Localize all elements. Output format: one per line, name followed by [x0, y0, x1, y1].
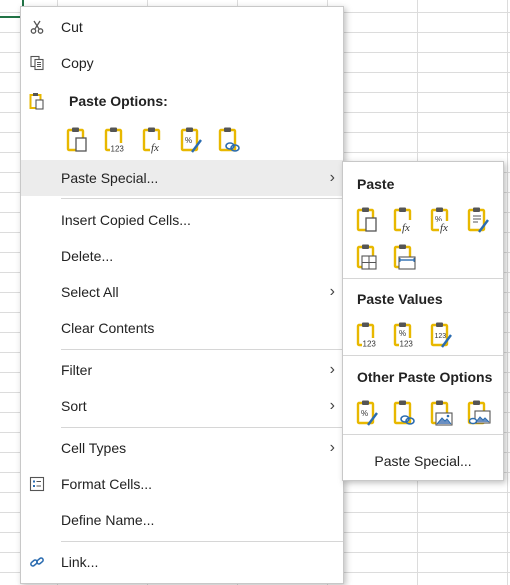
select-all-label: Select All	[61, 284, 119, 300]
linked-picture-icon[interactable]	[464, 398, 493, 427]
svg-text:fx: fx	[402, 222, 410, 234]
paste-link-icon[interactable]	[215, 125, 244, 154]
svg-text:123: 123	[399, 339, 413, 348]
chevron-right-icon: ›	[329, 361, 335, 378]
insert-copied-cells-item[interactable]: Insert Copied Cells...	[21, 202, 343, 238]
paste-icon[interactable]	[63, 125, 92, 154]
values-icon[interactable]: 123	[353, 320, 382, 349]
delete-label: Delete...	[61, 248, 114, 264]
separator	[61, 198, 343, 199]
separator	[61, 541, 343, 542]
separator	[61, 427, 343, 428]
paste-special-item[interactable]: Paste Special... ›	[21, 160, 343, 196]
svg-text:%: %	[399, 329, 406, 338]
format-cells-item[interactable]: Format Cells...	[21, 466, 343, 502]
filter-label: Filter	[61, 362, 93, 378]
svg-text:%: %	[361, 409, 368, 418]
link-label: Link...	[61, 554, 99, 570]
paste-row-2	[353, 242, 419, 271]
link-icon	[27, 552, 47, 572]
paste-special-label: Paste Special...	[61, 170, 159, 186]
paste-special-dialog-link[interactable]: Paste Special...	[343, 453, 503, 469]
filter-item[interactable]: Filter ›	[21, 352, 343, 388]
paste-formulas-number-formatting-icon[interactable]: % fx	[427, 205, 456, 234]
separator	[343, 278, 503, 279]
keep-column-widths-icon[interactable]	[390, 242, 419, 271]
select-all-item[interactable]: Select All ›	[21, 274, 343, 310]
svg-text:123: 123	[362, 339, 376, 348]
chevron-right-icon: ›	[329, 397, 335, 414]
values-source-formatting-icon[interactable]: 123	[427, 320, 456, 349]
chevron-right-icon: ›	[329, 439, 335, 456]
delete-item[interactable]: Delete...	[21, 238, 343, 274]
cut-item[interactable]: Cut	[21, 9, 343, 45]
paste-row-1: fx % fx	[353, 205, 493, 234]
no-borders-icon[interactable]	[353, 242, 382, 271]
separator	[343, 434, 503, 435]
clear-contents-item[interactable]: Clear Contents	[21, 310, 343, 346]
clear-contents-label: Clear Contents	[61, 320, 155, 336]
paste-formulas-icon[interactable]: fx	[139, 125, 168, 154]
paste-formatting-icon[interactable]: %	[177, 125, 206, 154]
paste-options-heading: Paste Options:	[69, 93, 168, 109]
paste-heading: Paste	[357, 176, 395, 192]
format-cells-icon	[27, 474, 47, 494]
sort-item[interactable]: Sort ›	[21, 388, 343, 424]
chevron-right-icon: ›	[329, 169, 335, 186]
paste-link-icon[interactable]	[390, 398, 419, 427]
other-paste-options-heading: Other Paste Options	[357, 369, 493, 385]
paste-formulas-icon[interactable]: fx	[390, 205, 419, 234]
scissors-icon	[27, 17, 47, 37]
copy-label: Copy	[61, 55, 94, 71]
link-item[interactable]: Link...	[21, 544, 343, 580]
sort-label: Sort	[61, 398, 87, 414]
other-paste-options-row: %	[353, 398, 493, 427]
svg-text:fx: fx	[151, 142, 159, 154]
keep-source-formatting-icon[interactable]	[464, 205, 493, 234]
format-cells-label: Format Cells...	[61, 476, 153, 492]
paste-options-row: 123 fx %	[63, 125, 244, 154]
define-name-label: Define Name...	[61, 512, 155, 528]
separator	[343, 355, 503, 356]
clipboard-icon	[27, 91, 47, 111]
cell-types-label: Cell Types	[61, 440, 127, 456]
paste-values-row: 123 % 123 123	[353, 320, 456, 349]
paste-values-icon[interactable]: 123	[101, 125, 130, 154]
svg-text:fx: fx	[440, 222, 448, 234]
paste-icon[interactable]	[353, 205, 382, 234]
picture-icon[interactable]	[427, 398, 456, 427]
svg-text:123: 123	[434, 333, 446, 340]
paste-special-submenu: Paste fx % fx Paste Values 123 % 123 123…	[342, 161, 504, 481]
paste-options-header: Paste Options:	[21, 83, 343, 119]
svg-text:123: 123	[110, 144, 124, 153]
cut-label: Cut	[61, 19, 83, 35]
separator	[61, 349, 343, 350]
copy-item[interactable]: Copy	[21, 45, 343, 81]
context-menu: Cut Copy Paste Options: 123 fx % Paste S…	[20, 6, 344, 584]
define-name-item[interactable]: Define Name...	[21, 502, 343, 538]
paste-values-heading: Paste Values	[357, 291, 443, 307]
formatting-icon[interactable]: %	[353, 398, 382, 427]
copy-icon	[27, 53, 47, 73]
cell-types-item[interactable]: Cell Types ›	[21, 430, 343, 466]
svg-text:%: %	[185, 136, 192, 145]
insert-copied-cells-label: Insert Copied Cells...	[61, 212, 191, 228]
chevron-right-icon: ›	[329, 283, 335, 300]
values-number-formatting-icon[interactable]: % 123	[390, 320, 419, 349]
